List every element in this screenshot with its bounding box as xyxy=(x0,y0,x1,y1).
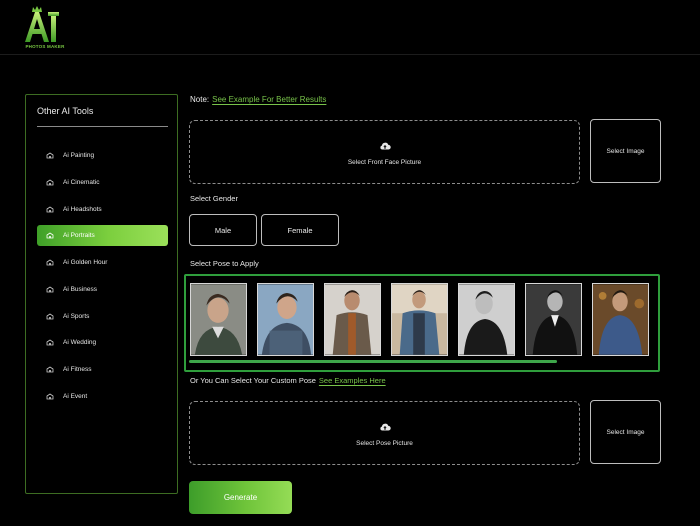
sidebar-item-label: Ai Cinematic xyxy=(63,179,100,186)
sidebar-divider xyxy=(37,126,168,127)
pose-thumbnail[interactable] xyxy=(391,283,448,356)
sidebar-title: Other AI Tools xyxy=(37,106,94,116)
select-pose-image-button[interactable]: Select Image xyxy=(590,400,661,464)
gender-female-button[interactable]: Female xyxy=(261,214,339,246)
tool-icon xyxy=(45,152,54,160)
face-upload-dropzone[interactable]: Select Front Face Picture xyxy=(189,120,580,184)
sidebar-item-ai-cinematic[interactable]: Ai Cinematic xyxy=(37,172,168,193)
tool-icon xyxy=(45,366,54,374)
logo-subtitle: PHOTOS MAKER xyxy=(25,44,65,49)
tool-icon xyxy=(45,339,54,347)
pose-thumbnail[interactable] xyxy=(190,283,247,356)
sidebar-item-label: Ai Golden Hour xyxy=(63,259,108,266)
tool-icon xyxy=(45,179,54,187)
examples-link[interactable]: See Examples Here xyxy=(319,376,386,385)
pose-upload-label: Select Pose Picture xyxy=(356,440,413,447)
pose-thumbnail[interactable] xyxy=(525,283,582,356)
example-link[interactable]: See Example For Better Results xyxy=(212,95,326,104)
sidebar-item-ai-fitness[interactable]: Ai Fitness xyxy=(37,359,168,380)
sidebar-item-label: Ai Business xyxy=(63,286,97,293)
header: PHOTOS MAKER xyxy=(0,0,700,55)
sidebar-item-label: Ai Fitness xyxy=(63,366,92,373)
sidebar-item-ai-golden-hour[interactable]: Ai Golden Hour xyxy=(37,252,168,273)
tool-icon xyxy=(45,393,54,401)
note-label: Note: xyxy=(190,95,210,104)
pose-thumbnail[interactable] xyxy=(324,283,381,356)
sidebar-item-ai-painting[interactable]: Ai Painting xyxy=(37,145,168,166)
sidebar-item-ai-business[interactable]: Ai Business xyxy=(37,279,168,300)
tool-icon xyxy=(45,286,54,294)
sidebar-item-label: Ai Sports xyxy=(63,313,90,320)
pose-scrollbar[interactable] xyxy=(189,360,557,363)
cloud-upload-icon xyxy=(379,138,391,150)
sidebar-item-label: Ai Event xyxy=(63,393,88,400)
tool-icon xyxy=(45,259,54,267)
tool-icon xyxy=(45,206,54,214)
pose-label: Select Pose to Apply xyxy=(190,259,259,268)
note: Note: See Example For Better Results xyxy=(190,95,326,104)
custom-pose-label: Or You Can Select Your Custom Pose xyxy=(190,376,316,385)
pose-upload-dropzone[interactable]: Select Pose Picture xyxy=(189,401,580,465)
sidebar-item-ai-wedding[interactable]: Ai Wedding xyxy=(37,332,168,353)
sidebar-item-label: Ai Headshots xyxy=(63,206,102,213)
sidebar-item-label: Ai Painting xyxy=(63,152,95,159)
select-face-image-button[interactable]: Select Image xyxy=(590,119,661,183)
tool-icon xyxy=(45,232,54,240)
sidebar: Other AI Tools Ai Painting Ai Cinematic … xyxy=(25,94,178,494)
sidebar-item-ai-event[interactable]: Ai Event xyxy=(37,386,168,407)
face-upload-label: Select Front Face Picture xyxy=(347,159,422,166)
tool-icon xyxy=(45,313,54,321)
sidebar-item-ai-headshots[interactable]: Ai Headshots xyxy=(37,199,168,220)
sidebar-item-ai-sports[interactable]: Ai Sports xyxy=(37,306,168,327)
sidebar-item-ai-portraits[interactable]: Ai Portraits xyxy=(37,225,168,246)
pose-gallery xyxy=(184,274,660,372)
cloud-upload-icon xyxy=(379,419,391,431)
sidebar-item-label: Ai Portraits xyxy=(63,232,95,239)
custom-pose-text: Or You Can Select Your Custom Pose See Ex… xyxy=(190,376,386,385)
sidebar-item-label: Ai Wedding xyxy=(63,339,97,346)
pose-thumbnail[interactable] xyxy=(592,283,649,356)
page: PHOTOS MAKER Other AI Tools Ai Painting … xyxy=(0,0,700,526)
generate-button[interactable]: Generate xyxy=(189,481,292,514)
gender-label: Select Gender xyxy=(190,194,238,203)
pose-thumbnail[interactable] xyxy=(458,283,515,356)
pose-thumbnail[interactable] xyxy=(257,283,314,356)
gender-male-button[interactable]: Male xyxy=(189,214,257,246)
